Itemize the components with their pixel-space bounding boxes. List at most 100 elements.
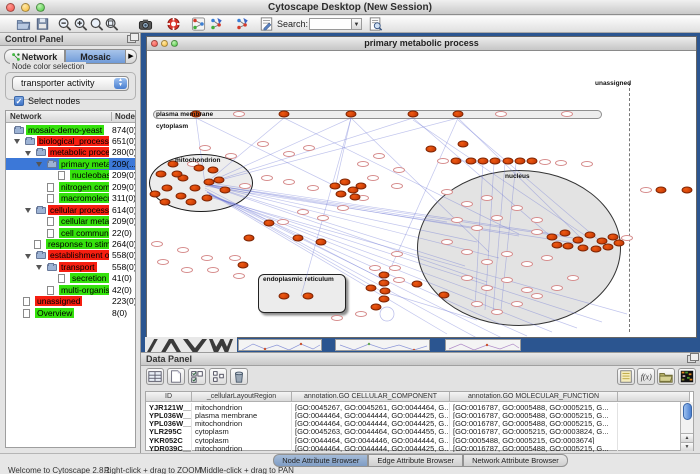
tree-row[interactable]: primary metabol209(... bbox=[6, 158, 136, 170]
gene-label-node[interactable] bbox=[567, 275, 579, 281]
import-attributes-icon[interactable] bbox=[657, 368, 675, 385]
snapshot-icon[interactable] bbox=[137, 17, 154, 31]
attribute-table[interactable]: ID_cellularLayoutRegionannotation.GO CEL… bbox=[145, 391, 694, 451]
gene-label-node[interactable] bbox=[331, 315, 343, 321]
gene-label-node[interactable] bbox=[283, 179, 295, 185]
gene-node[interactable] bbox=[458, 141, 469, 148]
tree-row[interactable]: macromolecule311(0) bbox=[6, 193, 136, 205]
tree-row[interactable]: cell communicat22(0) bbox=[6, 227, 136, 239]
float-panel-icon[interactable] bbox=[687, 355, 696, 363]
gene-node[interactable] bbox=[186, 199, 197, 206]
gene-label-node[interactable] bbox=[389, 265, 401, 271]
gene-label-node[interactable] bbox=[481, 285, 493, 291]
attribute-grid-icon[interactable] bbox=[209, 368, 227, 385]
gene-node[interactable] bbox=[453, 111, 464, 118]
gene-label-node[interactable] bbox=[393, 167, 405, 173]
gene-label-node[interactable] bbox=[229, 255, 241, 261]
attribute-table-icon[interactable] bbox=[146, 368, 164, 385]
gene-node[interactable] bbox=[412, 281, 423, 288]
zoom-in-icon[interactable] bbox=[73, 17, 88, 31]
tab-edge-attribute-browser[interactable]: Edge Attribute Browser bbox=[368, 454, 463, 467]
gene-label-node[interactable] bbox=[481, 195, 493, 201]
gene-node[interactable] bbox=[202, 195, 213, 202]
gene-label-node[interactable] bbox=[367, 175, 379, 181]
gene-label-node[interactable] bbox=[495, 111, 507, 117]
gene-node[interactable] bbox=[585, 232, 596, 239]
gene-node[interactable] bbox=[220, 187, 231, 194]
select-nodes-checkbox[interactable]: ✓ bbox=[14, 96, 24, 106]
gene-label-node[interactable] bbox=[233, 273, 245, 279]
gene-node[interactable] bbox=[380, 288, 391, 295]
gene-label-node[interactable] bbox=[307, 185, 319, 191]
gene-label-node[interactable] bbox=[355, 311, 367, 317]
tab-overflow-arrow[interactable]: ▶ bbox=[126, 49, 137, 64]
tree-row[interactable]: biological_process651(0) bbox=[6, 135, 136, 147]
network-icon[interactable] bbox=[191, 17, 206, 31]
gene-node[interactable] bbox=[279, 111, 290, 118]
gene-label-node[interactable] bbox=[640, 187, 652, 193]
gene-label-node[interactable] bbox=[531, 229, 543, 235]
gene-label-node[interactable] bbox=[393, 277, 405, 283]
gene-node[interactable] bbox=[303, 293, 314, 300]
zoom-out-icon[interactable] bbox=[57, 17, 72, 31]
tree-row[interactable]: establishment of lo558(0) bbox=[6, 250, 136, 262]
gene-node[interactable] bbox=[547, 234, 558, 241]
gene-label-node[interactable] bbox=[297, 209, 309, 215]
search-dropdown-arrow-icon[interactable]: ▼ bbox=[351, 18, 362, 30]
tree-row[interactable]: response to stimul264(0) bbox=[6, 239, 136, 251]
gene-label-node[interactable] bbox=[207, 267, 219, 273]
gene-node[interactable] bbox=[466, 158, 477, 165]
gene-node[interactable] bbox=[614, 240, 625, 247]
tree-row[interactable]: multi-organism pro42(0) bbox=[6, 284, 136, 296]
gene-node[interactable] bbox=[336, 191, 347, 198]
gene-label-node[interactable] bbox=[441, 189, 453, 195]
gene-label-node[interactable] bbox=[233, 111, 245, 117]
search-input[interactable] bbox=[309, 18, 351, 30]
tree-row[interactable]: nucleobase-cont209(0) bbox=[6, 170, 136, 182]
gene-label-node[interactable] bbox=[261, 175, 273, 181]
table-row[interactable]: YPL036W__1mitochondrion[GO:0044464, GO:0… bbox=[146, 419, 695, 427]
table-row[interactable]: YDR039C__1mitochondrion[GO:0044464, GO:0… bbox=[146, 444, 695, 452]
gene-label-node[interactable] bbox=[501, 251, 513, 257]
gene-label-node[interactable] bbox=[181, 267, 193, 273]
new-attribute-icon[interactable] bbox=[167, 368, 185, 385]
gene-label-node[interactable] bbox=[541, 255, 553, 261]
gene-node[interactable] bbox=[293, 235, 304, 242]
table-row[interactable]: YPL036W__2plasma membrane[GO:0044464, GO… bbox=[146, 411, 695, 419]
scroll-up-icon[interactable]: ▲ bbox=[681, 433, 693, 442]
gene-node[interactable] bbox=[264, 220, 275, 227]
gene-label-node[interactable] bbox=[257, 141, 269, 147]
gene-label-node[interactable] bbox=[561, 111, 573, 117]
tab-network-attribute-browser[interactable]: Network Attribute Browser bbox=[463, 454, 568, 467]
help-icon[interactable] bbox=[166, 17, 181, 31]
tree-row[interactable]: cellular metabol209(0) bbox=[6, 216, 136, 228]
gene-label-node[interactable] bbox=[491, 309, 503, 315]
gene-label-node[interactable] bbox=[437, 158, 449, 164]
gene-label-node[interactable] bbox=[511, 205, 523, 211]
tree-row[interactable]: unassigned223(0) bbox=[6, 296, 136, 308]
gene-label-node[interactable] bbox=[441, 239, 453, 245]
disclosure-arrow-icon[interactable] bbox=[36, 265, 42, 270]
gene-node[interactable] bbox=[172, 171, 183, 178]
gene-label-node[interactable] bbox=[317, 215, 329, 221]
gene-node[interactable] bbox=[330, 183, 341, 190]
gene-label-node[interactable] bbox=[531, 217, 543, 223]
tree-row[interactable]: transport558(0) bbox=[6, 261, 136, 273]
scroll-down-icon[interactable]: ▼ bbox=[681, 442, 693, 451]
gene-node[interactable] bbox=[426, 146, 437, 153]
gene-node[interactable] bbox=[379, 280, 390, 287]
disclosure-arrow-icon[interactable] bbox=[25, 254, 31, 259]
gene-label-node[interactable] bbox=[277, 219, 289, 225]
tree-row[interactable]: metabolic process280(0) bbox=[6, 147, 136, 159]
tree-row[interactable]: mosaic-demo-yeast874(0) bbox=[6, 124, 136, 136]
column-header[interactable]: annotation.GO CELLULAR_COMPONENT bbox=[292, 392, 450, 402]
gene-label-node[interactable] bbox=[461, 201, 473, 207]
gene-node[interactable] bbox=[156, 171, 167, 178]
tree-row[interactable]: Overview8(0) bbox=[6, 307, 136, 319]
gene-node[interactable] bbox=[350, 194, 361, 201]
gene-node[interactable] bbox=[560, 230, 571, 237]
gene-label-node[interactable] bbox=[201, 255, 213, 261]
gene-label-node[interactable] bbox=[303, 145, 315, 151]
gene-label-node[interactable] bbox=[151, 241, 163, 247]
gene-label-node[interactable] bbox=[157, 259, 169, 265]
